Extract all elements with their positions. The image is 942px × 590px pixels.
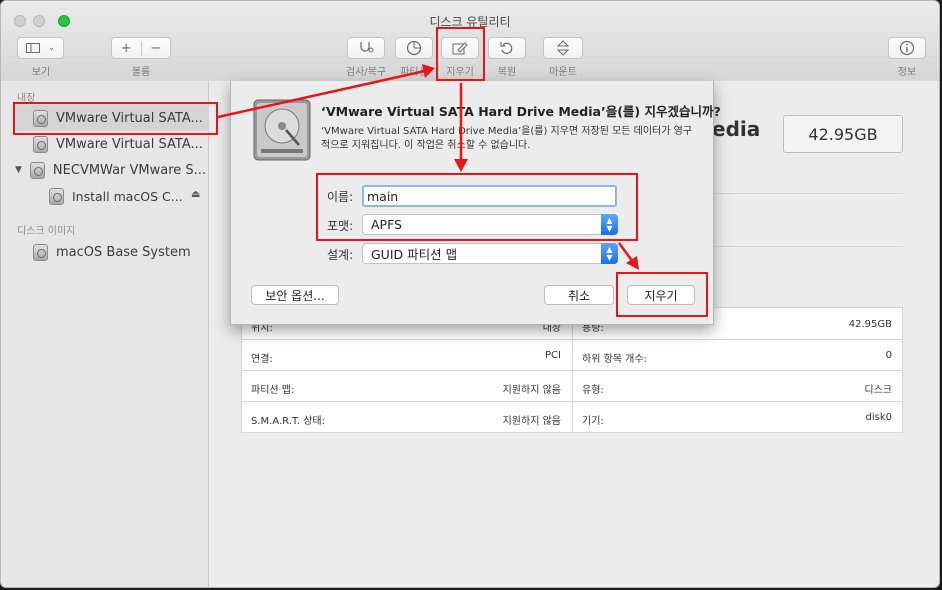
annotation-arrow-line <box>217 69 426 119</box>
annotation-arrowhead <box>454 159 468 172</box>
annotation-arrowhead <box>422 64 435 78</box>
disk-utility-window: 디스크 유틸리티 ⌄ 보기 + − 볼륨 검사/복구 파티션 지우기 <box>0 0 940 588</box>
annotation-arrows <box>217 64 639 270</box>
annotation-arrow-line <box>617 242 635 263</box>
annotation-arrowhead <box>626 256 639 270</box>
